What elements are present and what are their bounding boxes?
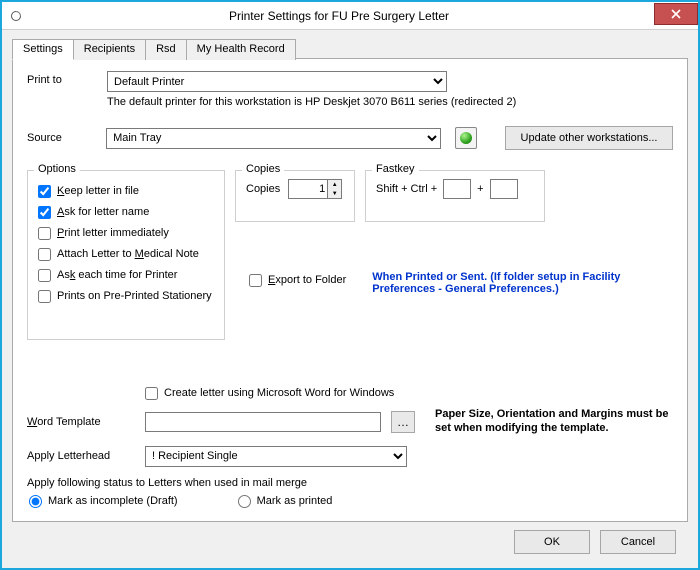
update-workstations-button[interactable]: Update other workstations... <box>505 126 673 150</box>
refresh-icon <box>460 132 472 144</box>
option-ask-printer-checkbox[interactable] <box>38 269 51 282</box>
tab-panel-settings: Print to Default Printer The default pri… <box>12 58 688 522</box>
tab-my-health-record[interactable]: My Health Record <box>186 39 296 60</box>
merge-status-draft[interactable]: Mark as incomplete (Draft) <box>29 495 178 508</box>
fastkey-label: Shift + Ctrl + <box>376 183 437 195</box>
close-button[interactable] <box>654 3 698 25</box>
create-word[interactable]: Create letter using Microsoft Word for W… <box>145 384 673 402</box>
copies-spinner[interactable]: ▲▼ <box>288 179 342 199</box>
option-print-immediately[interactable]: Print letter immediately <box>38 224 214 242</box>
option-attach-medical-checkbox[interactable] <box>38 248 51 261</box>
option-print-immediately-checkbox[interactable] <box>38 227 51 240</box>
copies-label: Copies <box>246 183 280 195</box>
merge-status-printed-radio[interactable] <box>238 495 251 508</box>
option-attach-medical[interactable]: Attach Letter to Medical Note <box>38 245 214 263</box>
tab-rsd[interactable]: Rsd <box>145 39 187 60</box>
print-to-label: Print to <box>27 71 93 86</box>
tab-strip: Settings Recipients Rsd My Health Record <box>12 38 688 59</box>
option-ask-name-checkbox[interactable] <box>38 206 51 219</box>
option-keep-letter[interactable]: Keep letter in file <box>38 182 214 200</box>
options-group-title: Options <box>34 163 80 175</box>
dialog-window: Printer Settings for FU Pre Surgery Lett… <box>0 0 700 570</box>
ok-button[interactable]: OK <box>514 530 590 554</box>
export-folder-checkbox[interactable] <box>249 274 262 287</box>
source-select[interactable]: Main Tray <box>106 128 441 149</box>
client-area: Settings Recipients Rsd My Health Record… <box>2 30 698 568</box>
copies-group-title: Copies <box>242 163 284 175</box>
merge-status-printed[interactable]: Mark as printed <box>238 495 333 508</box>
fastkey-input-1[interactable] <box>443 179 471 199</box>
create-word-checkbox[interactable] <box>145 387 158 400</box>
option-preprinted-checkbox[interactable] <box>38 290 51 303</box>
system-menu-icon[interactable] <box>8 8 24 24</box>
merge-status-heading: Apply following status to Letters when u… <box>27 477 673 489</box>
copies-input[interactable] <box>289 180 327 198</box>
fastkey-plus: + <box>477 183 483 195</box>
default-printer-note: The default printer for this workstation… <box>107 96 673 108</box>
word-template-browse-button[interactable]: … <box>391 411 415 433</box>
export-folder[interactable]: Export to Folder <box>249 271 346 289</box>
copies-group: Copies Copies ▲▼ <box>235 170 355 222</box>
fastkey-group-title: Fastkey <box>372 163 419 175</box>
titlebar: Printer Settings for FU Pre Surgery Lett… <box>2 2 698 30</box>
create-word-label: Create letter using Microsoft Word for W… <box>164 387 394 399</box>
export-folder-note: When Printed or Sent. (If folder setup i… <box>372 271 673 295</box>
print-to-select[interactable]: Default Printer <box>107 71 447 92</box>
options-group: Options Keep letter in file Ask for lett… <box>27 170 225 340</box>
word-template-label: Word Template <box>27 416 135 428</box>
option-ask-printer[interactable]: Ask each time for Printer <box>38 266 214 284</box>
tab-settings[interactable]: Settings <box>12 39 74 60</box>
apply-letterhead-label: Apply Letterhead <box>27 450 135 462</box>
cancel-button[interactable]: Cancel <box>600 530 676 554</box>
window-title: Printer Settings for FU Pre Surgery Lett… <box>24 9 654 23</box>
source-label: Source <box>27 132 92 144</box>
option-keep-letter-checkbox[interactable] <box>38 185 51 198</box>
dialog-footer: OK Cancel <box>12 522 688 560</box>
option-ask-name[interactable]: Ask for letter name <box>38 203 214 221</box>
fastkey-group: Fastkey Shift + Ctrl + + <box>365 170 545 222</box>
option-preprinted[interactable]: Prints on Pre-Printed Stationery <box>38 287 214 305</box>
refresh-source-button[interactable] <box>455 127 477 149</box>
paper-size-note: Paper Size, Orientation and Margins must… <box>425 408 673 436</box>
merge-status-draft-radio[interactable] <box>29 495 42 508</box>
close-icon <box>671 9 681 19</box>
spinner-arrows[interactable]: ▲▼ <box>327 180 341 198</box>
apply-letterhead-select[interactable]: ! Recipient Single <box>145 446 407 467</box>
fastkey-input-2[interactable] <box>490 179 518 199</box>
tab-recipients[interactable]: Recipients <box>73 39 146 60</box>
word-template-input[interactable] <box>145 412 381 432</box>
